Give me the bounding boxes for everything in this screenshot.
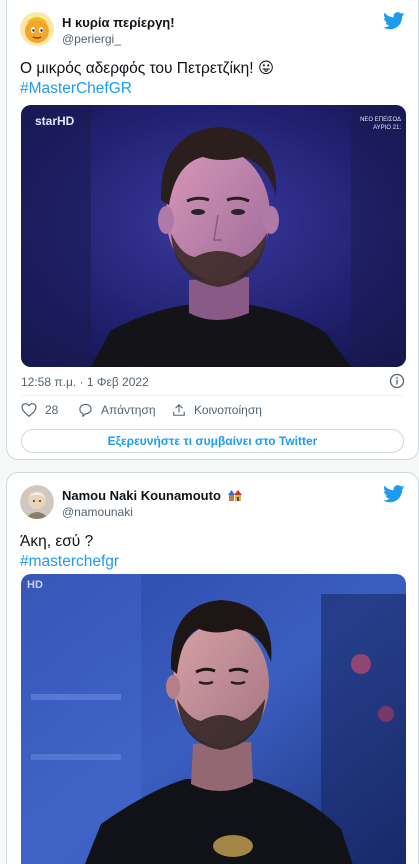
author-avatar[interactable]	[20, 12, 54, 46]
reply-label: Απάντηση	[101, 403, 156, 417]
heart-icon	[21, 403, 37, 417]
tweet-card-1: Η κυρία περίεργη! @periergi_ Ο μικρός αδ…	[6, 0, 419, 460]
tweet-card-2: Namou Naki Kounamouto @namounaki Άκη, εσ…	[6, 472, 419, 864]
share-button[interactable]: Κοινοποίηση	[172, 403, 262, 417]
share-icon	[173, 403, 185, 416]
overlay-line-1: ΝΕΟ ΕΠΕΙΣΟΔ	[360, 117, 401, 123]
hashtag-link[interactable]: #MasterChefGR	[20, 78, 405, 99]
reply-icon	[79, 403, 92, 417]
twitter-bird-icon[interactable]	[383, 485, 405, 503]
reply-button[interactable]: Απάντηση	[78, 403, 156, 417]
tweet-header: Namou Naki Kounamouto @namounaki	[20, 485, 405, 525]
divider	[21, 395, 404, 396]
info-icon[interactable]	[389, 373, 405, 389]
tweet-header: Η κυρία περίεργη! @periergi_	[20, 12, 405, 52]
tweet-text: Ο μικρός αδερφός του Πετρετζίκη! 😛	[20, 60, 275, 77]
twitter-bird-icon[interactable]	[383, 12, 405, 30]
house-emoji-icon	[227, 489, 242, 505]
author-name[interactable]: Η κυρία περίεργη!	[62, 15, 175, 30]
share-label: Κοινοποίηση	[194, 403, 262, 417]
tweet-media-image[interactable]: starHD ΝΕΟ ΕΠΕΙΣΟΔ ΑΥΡΙΟ 21:	[21, 105, 406, 367]
author-handle[interactable]: @namounaki	[62, 505, 133, 519]
channel-logo: starHD	[35, 114, 75, 128]
tweet-text: Άκη, εσύ ?	[20, 533, 94, 550]
channel-logo: HD	[27, 579, 43, 591]
author-handle[interactable]: @periergi_	[62, 32, 121, 46]
explore-twitter-button[interactable]: Εξερευνήστε τι συμβαίνει στο Twitter	[21, 429, 404, 453]
tweet-timestamp[interactable]: 12:58 π.μ. · 1 Φεβ 2022	[21, 375, 149, 389]
hashtag-link[interactable]: #masterchefgr	[20, 551, 405, 572]
author-name[interactable]: Namou Naki Kounamouto	[62, 488, 242, 505]
like-button[interactable]: 28	[21, 403, 58, 417]
tweet-media-image[interactable]: HD	[21, 574, 406, 864]
author-avatar[interactable]	[20, 485, 54, 519]
like-count: 28	[45, 403, 59, 417]
overlay-line-2: ΑΥΡΙΟ 21:	[373, 125, 401, 131]
